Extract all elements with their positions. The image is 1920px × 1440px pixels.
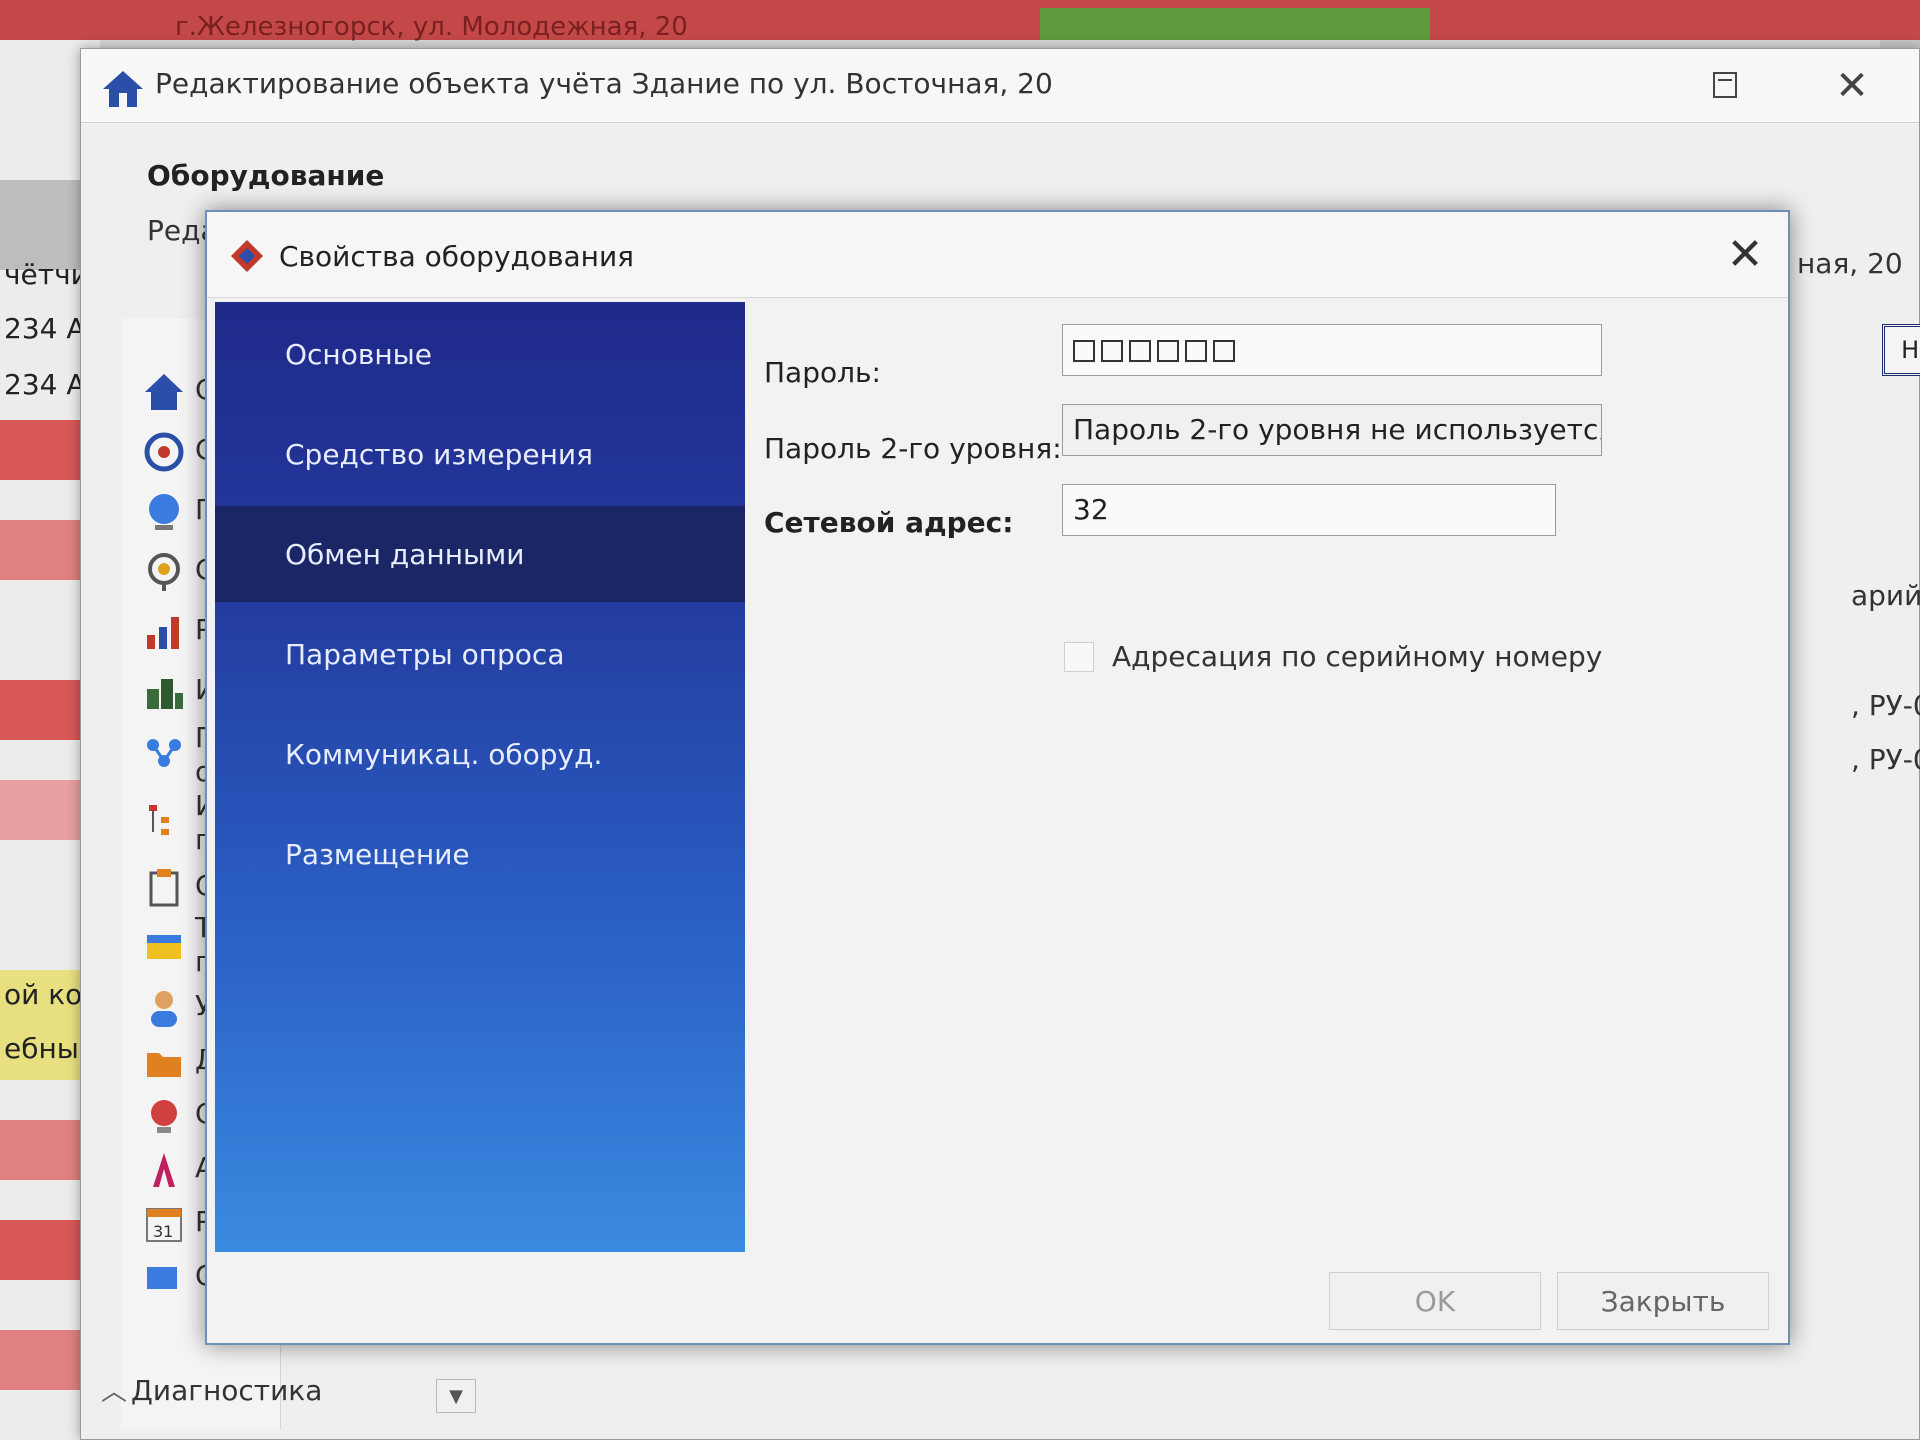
calendar-icon[interactable]: 31 bbox=[143, 1203, 185, 1245]
right-panel-text: арий bbox=[1851, 579, 1920, 612]
dialog-close-button[interactable]: ✕ bbox=[1717, 226, 1773, 282]
password2-label: Пароль 2-го уровня: bbox=[764, 432, 1062, 465]
restore-button[interactable] bbox=[1703, 63, 1747, 107]
background-address-title: г.Железногорск, ул. Молодежная, 20 bbox=[175, 12, 688, 42]
alarm-icon[interactable] bbox=[143, 1095, 185, 1137]
password-mask-char bbox=[1157, 340, 1179, 362]
right-panel-text: , РУ-0... bbox=[1851, 689, 1920, 722]
diagnostics-dropdown-button[interactable]: ▼ bbox=[436, 1379, 476, 1413]
svg-text:31: 31 bbox=[153, 1222, 173, 1241]
nav-item-basic[interactable]: Основные bbox=[215, 306, 745, 402]
display-icon[interactable] bbox=[143, 1257, 185, 1299]
close-icon: ✕ bbox=[1835, 63, 1869, 109]
chevron-down-icon: ▼ bbox=[449, 1386, 463, 1407]
serial-addressing-label[interactable]: Адресация по серийному номеру bbox=[1112, 640, 1602, 673]
background-header-bar: г.Железногорск, ул. Молодежная, 20 bbox=[0, 0, 1920, 42]
properties-nav-panel: Основные Средство измерения Обмен данным… bbox=[215, 302, 745, 1252]
diamond-app-icon bbox=[231, 240, 263, 272]
data-exchange-form: Пароль: HEX Пароль 2-го уровня: Пароль 2… bbox=[752, 302, 1920, 1252]
ok-button[interactable]: OK bbox=[1329, 1272, 1541, 1330]
status-green-segment bbox=[1040, 8, 1430, 40]
table-cell: 234 А bbox=[4, 312, 86, 345]
meter-gauge-icon[interactable] bbox=[143, 431, 185, 473]
restore-icon bbox=[1713, 72, 1737, 98]
home-icon bbox=[103, 71, 143, 107]
equipment-properties-dialog: Свойства оборудования ✕ Основные Средств… bbox=[205, 210, 1920, 1345]
password2-field[interactable]: Пароль 2-го уровня не используется. bbox=[1062, 404, 1602, 456]
chart-icon[interactable] bbox=[143, 611, 185, 653]
parent-titlebar: Редактирование объекта учёта Здание по у… bbox=[81, 49, 1919, 123]
password-mask-char bbox=[1129, 340, 1151, 362]
hex-button[interactable]: HEX bbox=[1882, 324, 1920, 376]
chevron-up-icon[interactable]: ︿ bbox=[101, 1371, 127, 1408]
right-panel-text: , РУ-0... bbox=[1851, 743, 1920, 776]
dialog-titlebar: Свойства оборудования ✕ bbox=[207, 212, 1788, 298]
password-mask-char bbox=[1185, 340, 1207, 362]
buildings-icon[interactable] bbox=[143, 671, 185, 713]
password-mask-char bbox=[1101, 340, 1123, 362]
password-mask-char bbox=[1213, 340, 1235, 362]
parent-right-panel: арий , РУ-0... , РУ-0... bbox=[1851, 319, 1920, 1379]
globe-icon[interactable] bbox=[143, 491, 185, 533]
text-a-icon[interactable] bbox=[143, 1149, 185, 1191]
password-mask-char bbox=[1073, 340, 1095, 362]
close-icon: ✕ bbox=[1726, 228, 1764, 280]
nav-item-data-exchange[interactable]: Обмен данными bbox=[215, 506, 745, 602]
home-icon[interactable] bbox=[143, 371, 185, 413]
user-icon[interactable] bbox=[143, 987, 185, 1029]
board-icon[interactable] bbox=[143, 925, 185, 967]
tree-list-icon[interactable] bbox=[143, 799, 185, 841]
parent-window-title: Редактирование объекта учёта Здание по у… bbox=[155, 67, 1053, 100]
nav-item-polling-parameters[interactable]: Параметры опроса bbox=[215, 606, 745, 702]
nav-item-placement[interactable]: Размещение bbox=[215, 806, 745, 902]
parent-close-button[interactable]: ✕ bbox=[1827, 61, 1877, 111]
section-title: Оборудование bbox=[147, 159, 385, 192]
serial-addressing-checkbox[interactable] bbox=[1064, 642, 1094, 672]
table-cell: 234 А bbox=[4, 368, 86, 401]
nav-item-communication-equipment[interactable]: Коммуникац. оборуд. bbox=[215, 706, 745, 802]
nav-item-measurement-device[interactable]: Средство измерения bbox=[215, 406, 745, 502]
diagnostics-label[interactable]: Диагностика bbox=[131, 1374, 322, 1407]
password-field[interactable] bbox=[1062, 324, 1602, 376]
password-label: Пароль: bbox=[764, 356, 881, 389]
section-subtitle-tail: ная, 20 bbox=[1797, 247, 1903, 280]
network-address-field[interactable]: 32 bbox=[1062, 484, 1556, 536]
folder-icon[interactable] bbox=[143, 1041, 185, 1083]
close-dialog-button[interactable]: Закрыть bbox=[1557, 1272, 1769, 1330]
network-icon[interactable] bbox=[143, 731, 185, 773]
network-address-label: Сетевой адрес: bbox=[764, 506, 1014, 539]
location-pin-icon[interactable] bbox=[143, 551, 185, 593]
dialog-title: Свойства оборудования bbox=[279, 240, 635, 273]
clipboard-icon[interactable] bbox=[143, 867, 185, 909]
